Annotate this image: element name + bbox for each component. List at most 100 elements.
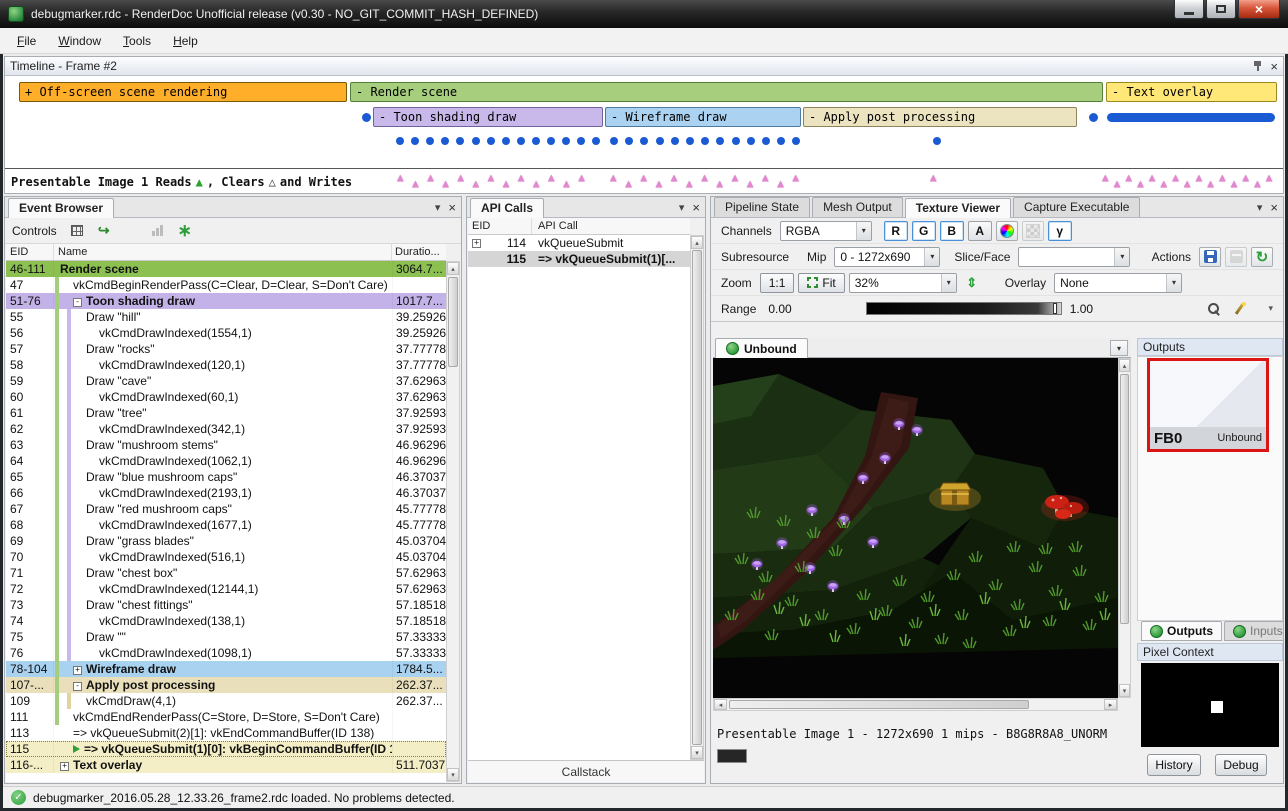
- draw-dot[interactable]: [686, 137, 694, 145]
- panel-menu-icon[interactable]: ▾: [679, 201, 685, 214]
- minimize-button[interactable]: [1174, 0, 1204, 19]
- draw-dot[interactable]: [701, 137, 709, 145]
- event-row[interactable]: 62vkCmdDrawIndexed(342,1)37.92593: [6, 421, 446, 437]
- event-row[interactable]: 57Draw "rocks"37.77778: [6, 341, 446, 357]
- export-texture-button[interactable]: [1225, 247, 1247, 267]
- bookmark-button[interactable]: [174, 221, 196, 241]
- event-row[interactable]: 61Draw "tree"37.92593: [6, 405, 446, 421]
- event-row[interactable]: 70vkCmdDrawIndexed(516,1)45.03704: [6, 549, 446, 565]
- event-row[interactable]: 75Draw ""57.33333: [6, 629, 446, 645]
- scroll-thumb[interactable]: [1120, 374, 1129, 624]
- gamma-button[interactable]: γ: [1048, 221, 1072, 241]
- tab-event-browser[interactable]: Event Browser: [8, 198, 114, 218]
- expander-icon[interactable]: -: [73, 298, 82, 307]
- api-call-row[interactable]: +114vkQueueSubmit: [468, 235, 690, 251]
- draw-dot[interactable]: [456, 137, 464, 145]
- range-fit-button[interactable]: [1202, 299, 1224, 319]
- filter-button[interactable]: [66, 221, 88, 241]
- event-row[interactable]: 56vkCmdDrawIndexed(1554,1)39.25926: [6, 325, 446, 341]
- event-row[interactable]: 107-...-Apply post processing262.37...: [6, 677, 446, 693]
- maximize-button[interactable]: [1206, 0, 1236, 19]
- tab-texture-viewer[interactable]: Texture Viewer: [905, 198, 1011, 218]
- fit-button[interactable]: Fit: [798, 273, 844, 293]
- zoom-1-1-button[interactable]: 1:1: [760, 273, 795, 293]
- event-row[interactable]: 74vkCmdDrawIndexed(138,1)57.18518: [6, 613, 446, 629]
- draw-dot[interactable]: [426, 137, 434, 145]
- range-handle[interactable]: [1053, 303, 1057, 314]
- draw-marker-bar[interactable]: [1107, 113, 1275, 122]
- scroll-up-icon[interactable]: ▴: [1119, 359, 1130, 372]
- scroll-down-icon[interactable]: ▾: [691, 746, 703, 759]
- range-slider[interactable]: [866, 302, 1062, 315]
- event-row[interactable]: 51-76-Toon shading draw1017.7...: [6, 293, 446, 309]
- draw-dot[interactable]: [547, 137, 555, 145]
- timeline-bar[interactable]: - Text overlay: [1106, 82, 1277, 102]
- column-api-call[interactable]: API Call: [532, 218, 690, 234]
- draw-dot[interactable]: [562, 137, 570, 145]
- draw-dot[interactable]: [610, 137, 618, 145]
- draw-dot[interactable]: [671, 137, 679, 145]
- scroll-thumb[interactable]: [692, 250, 702, 745]
- alpha-background-button[interactable]: [1022, 221, 1044, 241]
- event-row[interactable]: 58vkCmdDrawIndexed(120,1)37.77778: [6, 357, 446, 373]
- draw-marker-dot[interactable]: [1089, 113, 1098, 122]
- draw-dot[interactable]: [625, 137, 633, 145]
- expander-icon[interactable]: +: [73, 666, 82, 675]
- callstack-section[interactable]: Callstack: [468, 760, 704, 782]
- event-row[interactable]: 47vkCmdBeginRenderPass(C=Clear, D=Clear,…: [6, 277, 446, 293]
- event-row[interactable]: 64vkCmdDrawIndexed(1062,1)46.96296: [6, 453, 446, 469]
- expander-icon[interactable]: +: [472, 239, 481, 248]
- scroll-up-icon[interactable]: ▴: [691, 236, 703, 249]
- red-channel-button[interactable]: R: [884, 221, 908, 241]
- pin-icon[interactable]: [1253, 60, 1262, 72]
- alpha-channel-button[interactable]: A: [968, 221, 992, 241]
- toolbar-overflow-icon[interactable]: ▾: [1268, 303, 1273, 314]
- menu-file[interactable]: File: [6, 30, 47, 52]
- draw-dot[interactable]: [762, 137, 770, 145]
- close-button[interactable]: ×: [1238, 0, 1280, 19]
- event-row[interactable]: 76vkCmdDrawIndexed(1098,1)57.33333: [6, 645, 446, 661]
- scroll-down-icon[interactable]: ▾: [1119, 684, 1130, 697]
- tab-outputs[interactable]: Outputs: [1141, 621, 1222, 641]
- draw-dot[interactable]: [792, 137, 800, 145]
- draw-dot[interactable]: [411, 137, 419, 145]
- event-row[interactable]: 113=> vkQueueSubmit(2)[1]: vkEndCommandB…: [6, 725, 446, 741]
- draw-dot[interactable]: [656, 137, 664, 145]
- event-row[interactable]: 73Draw "chest fittings"57.18518: [6, 597, 446, 613]
- event-row[interactable]: 69Draw "grass blades"45.03704: [6, 533, 446, 549]
- history-button[interactable]: History: [1147, 754, 1201, 776]
- flip-y-button[interactable]: [961, 273, 983, 293]
- scroll-thumb[interactable]: [448, 277, 458, 367]
- fb0-thumbnail[interactable]: FB0 Unbound: [1147, 358, 1269, 452]
- scroll-up-icon[interactable]: ▴: [447, 262, 459, 275]
- panel-menu-icon[interactable]: ▾: [1257, 201, 1263, 214]
- menu-window[interactable]: Window: [47, 30, 112, 52]
- debug-button[interactable]: Debug: [1215, 754, 1267, 776]
- column-duration[interactable]: Duratio...: [392, 244, 446, 260]
- tab-mesh-output[interactable]: Mesh Output: [812, 197, 903, 217]
- draw-dot[interactable]: [472, 137, 480, 145]
- event-row[interactable]: 109vkCmdDraw(4,1)262.37...: [6, 693, 446, 709]
- channels-dropdown[interactable]: RGBA▾: [780, 221, 872, 241]
- draw-dot[interactable]: [532, 137, 540, 145]
- tab-inputs[interactable]: Inputs: [1224, 621, 1284, 641]
- custom-display-button[interactable]: [996, 221, 1018, 241]
- event-browser-scrollbar[interactable]: ▴ ▾: [446, 261, 460, 782]
- event-row[interactable]: 71Draw "chest box"57.62963: [6, 565, 446, 581]
- api-call-row[interactable]: 115=> vkQueueSubmit(1)[...: [468, 251, 690, 267]
- expander-icon[interactable]: +: [60, 762, 69, 771]
- mip-dropdown[interactable]: 0 - 1272x690▾: [834, 247, 940, 267]
- timeline-bar[interactable]: + Off-screen scene rendering: [19, 82, 347, 102]
- slice-face-dropdown[interactable]: ▾: [1018, 247, 1130, 267]
- event-row[interactable]: 59Draw "cave"37.62963: [6, 373, 446, 389]
- texture-list-dropdown[interactable]: ▾: [1110, 340, 1128, 356]
- autofit-button[interactable]: [1228, 299, 1250, 319]
- timeline-bar[interactable]: - Apply post processing: [803, 107, 1077, 127]
- texture-horizontal-scrollbar[interactable]: ◂ ▸: [713, 698, 1118, 711]
- draw-dot[interactable]: [592, 137, 600, 145]
- draw-dot[interactable]: [502, 137, 510, 145]
- event-row[interactable]: 55Draw "hill"39.25926: [6, 309, 446, 325]
- close-icon[interactable]: ×: [448, 201, 456, 214]
- event-row[interactable]: 115=> vkQueueSubmit(1)[0]: vkBeginComman…: [6, 741, 446, 757]
- column-eid[interactable]: EID: [468, 218, 532, 234]
